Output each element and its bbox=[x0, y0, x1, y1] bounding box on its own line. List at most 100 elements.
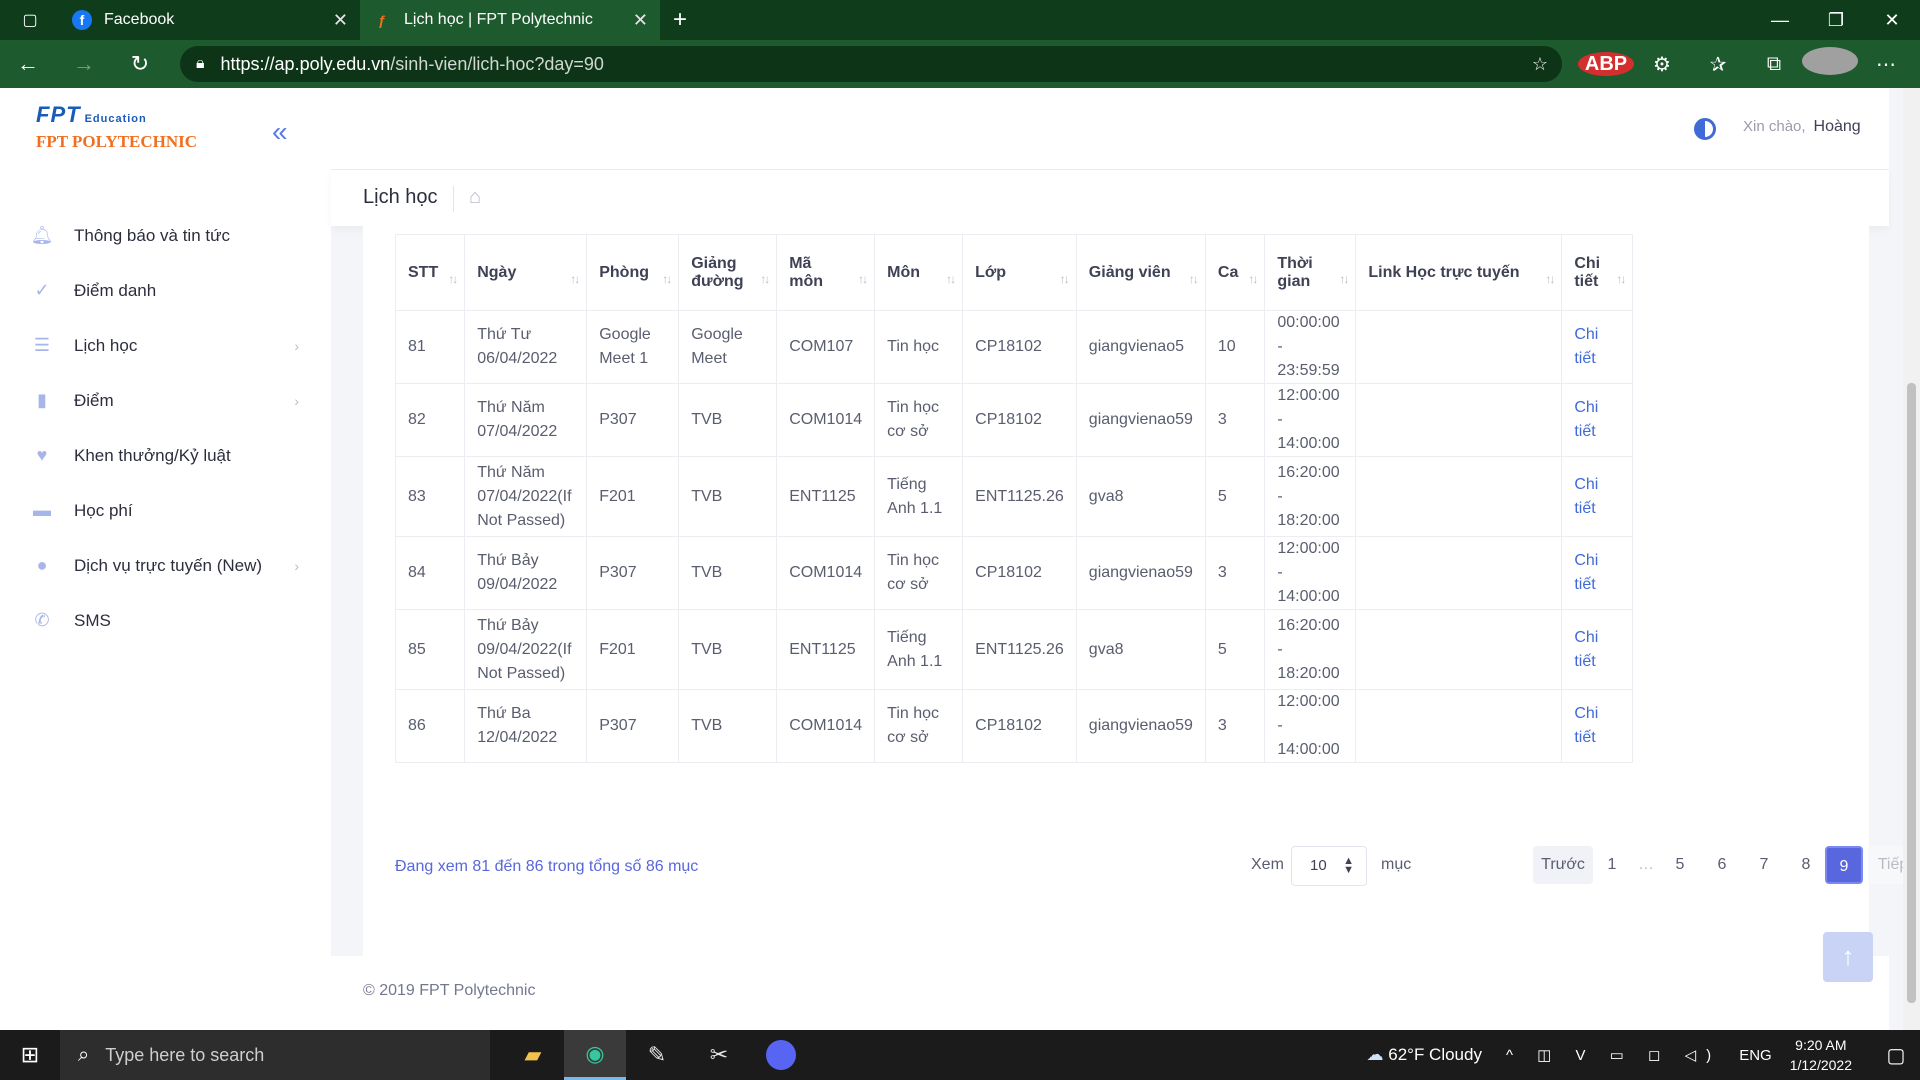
windows-start-icon[interactable]: ⊞ bbox=[0, 1030, 60, 1080]
minimize-icon[interactable]: — bbox=[1752, 10, 1808, 31]
discord-icon[interactable] bbox=[750, 1030, 812, 1080]
table-cell: 16:20:00 - 18:20:00 bbox=[1264, 609, 1357, 690]
detail-link[interactable]: Chi tiết bbox=[1561, 536, 1634, 610]
sidebar-item-dich-vu[interactable]: ● Dịch vụ trực tuyến (New) › bbox=[0, 538, 331, 593]
page-button[interactable]: 6 bbox=[1703, 846, 1741, 884]
page-button-current[interactable]: 9 bbox=[1825, 846, 1863, 884]
sidebar-item-khen-thuong[interactable]: ♥ Khen thưởng/Kỷ luật bbox=[0, 428, 331, 483]
page-button[interactable]: 8 bbox=[1787, 846, 1825, 884]
tab-lich-hoc[interactable]: ƒ Lịch học | FPT Polytechnic ✕ bbox=[360, 0, 660, 40]
col-mon[interactable]: Môn ↑↓ bbox=[874, 234, 964, 311]
forward-icon[interactable]: → bbox=[56, 40, 112, 88]
user-greeting[interactable]: Xin chào, Hoàng bbox=[1743, 118, 1861, 136]
url-field[interactable]: 🔒︎ https://ap.poly.edu.vn /sinh-vien/lic… bbox=[180, 46, 1562, 82]
scroll-to-top-button[interactable]: ↑ bbox=[1823, 932, 1873, 982]
favorite-add-icon[interactable]: ☆ bbox=[1532, 54, 1548, 75]
detail-link[interactable]: Chi tiết bbox=[1561, 310, 1634, 384]
favorites-icon[interactable]: ✰ bbox=[1690, 52, 1746, 77]
table-cell: TVB bbox=[678, 536, 778, 610]
detail-link[interactable]: Chi tiết bbox=[1561, 609, 1634, 690]
detail-link[interactable]: Chi tiết bbox=[1561, 689, 1634, 763]
snipping-icon[interactable]: ✂ bbox=[688, 1030, 750, 1080]
col-giang-vien[interactable]: Giảng viên ↑↓ bbox=[1075, 234, 1206, 311]
page-scrollbar[interactable] bbox=[1903, 88, 1920, 1030]
sort-icon: ↑↓ bbox=[1545, 272, 1555, 286]
home-icon[interactable]: ⌂ bbox=[469, 186, 481, 209]
col-stt[interactable]: STT ↑↓ bbox=[394, 234, 466, 311]
page-button[interactable]: 5 bbox=[1661, 846, 1699, 884]
detail-link[interactable]: Chi tiết bbox=[1561, 456, 1634, 537]
more-menu-icon[interactable]: ⋯ bbox=[1858, 52, 1914, 77]
collections-icon[interactable]: ⧉ bbox=[1746, 53, 1802, 76]
fpt-logo[interactable]: FPT Education FPT POLYTECHNIC bbox=[36, 102, 197, 152]
table-cell: Tiếng Anh 1.1 bbox=[874, 456, 964, 537]
col-ca[interactable]: Ca ↑↓ bbox=[1204, 234, 1266, 311]
back-icon[interactable]: ← bbox=[0, 40, 56, 88]
sidebar-item-sms[interactable]: ✆ SMS bbox=[0, 593, 331, 648]
refresh-icon[interactable]: ↻ bbox=[112, 40, 168, 88]
phone-icon: ✆ bbox=[34, 610, 50, 630]
table-cell: Thứ Bảy 09/04/2022(If Not Passed) bbox=[464, 609, 588, 690]
close-tab-icon[interactable]: ✕ bbox=[333, 10, 348, 31]
page-button[interactable]: 7 bbox=[1745, 846, 1783, 884]
sidebar-item-thong-bao[interactable]: 🔔︎ Thông báo và tin tức bbox=[0, 208, 331, 263]
page-button[interactable]: 1 bbox=[1593, 846, 1631, 884]
lock-icon[interactable]: 🔒︎ bbox=[196, 55, 205, 73]
notification-icon[interactable]: ▢ bbox=[1872, 1043, 1920, 1068]
sidebar-item-lich-hoc[interactable]: ☰ Lịch học › bbox=[0, 318, 331, 373]
table-cell: COM1014 bbox=[776, 689, 876, 763]
adblock-icon[interactable]: ABP bbox=[1578, 52, 1634, 76]
col-phong[interactable]: Phòng ↑↓ bbox=[586, 234, 680, 311]
chevron-right-icon: › bbox=[294, 392, 299, 409]
tab-facebook[interactable]: f Facebook ✕ bbox=[60, 0, 360, 40]
table-cell: 12:00:00 - 14:00:00 bbox=[1264, 689, 1357, 763]
input-language[interactable]: ENG bbox=[1739, 1047, 1772, 1064]
sidebar-menu: 🔔︎ Thông báo và tin tức ✓ Điểm danh ☰ Lị… bbox=[0, 208, 331, 648]
table-cell: 86 bbox=[394, 689, 466, 763]
subheader: Lịch học ⌂ bbox=[331, 170, 1889, 226]
table-cell: 10 bbox=[1204, 310, 1266, 384]
taskbar-search[interactable]: ⌕ Type here to search bbox=[60, 1030, 490, 1080]
clock[interactable]: 9:20 AM 1/12/2022 bbox=[1790, 1035, 1852, 1075]
sidebar-item-hoc-phi[interactable]: ▬ Học phí bbox=[0, 483, 331, 538]
prev-page-button[interactable]: Trước bbox=[1533, 846, 1593, 884]
new-tab-button[interactable]: + bbox=[660, 0, 700, 40]
cloud-icon: ☁ bbox=[1366, 1045, 1389, 1064]
sort-icon: ↑↓ bbox=[1339, 272, 1349, 286]
table-cell: Tin học cơ sở bbox=[874, 383, 964, 457]
weather-widget[interactable]: ☁ 62°F Cloudy bbox=[1367, 1045, 1482, 1065]
table-cell: TVB bbox=[678, 689, 778, 763]
table-cell: 5 bbox=[1204, 609, 1266, 690]
sidebar-item-diem[interactable]: ▮ Điểm › bbox=[0, 373, 331, 428]
sidebar-item-diem-danh[interactable]: ✓ Điểm danh bbox=[0, 263, 331, 318]
close-window-icon[interactable]: ✕ bbox=[1864, 10, 1920, 31]
col-thoi-gian[interactable]: Thời gian ↑↓ bbox=[1264, 234, 1357, 311]
file-explorer-icon[interactable]: ▰ bbox=[502, 1030, 564, 1080]
page-size-select[interactable]: 10 ▲ ▼ bbox=[1291, 846, 1367, 886]
table-cell: Tin học bbox=[874, 310, 964, 384]
scrollbar-thumb[interactable] bbox=[1907, 383, 1916, 1003]
table-header-row: STT ↑↓ Ngày ↑↓ Phòng ↑↓ Giảng đường ↑↓ Mã mô… bbox=[394, 234, 1634, 311]
close-tab-icon[interactable]: ✕ bbox=[633, 10, 648, 31]
col-ngay[interactable]: Ngày ↑↓ bbox=[464, 234, 588, 311]
extensions-icon[interactable]: ⚙ bbox=[1634, 52, 1690, 77]
sort-icon: ↑↓ bbox=[946, 272, 956, 286]
col-link[interactable]: Link Học trực tuyến ↑↓ bbox=[1355, 234, 1563, 311]
col-giang-duong[interactable]: Giảng đường ↑↓ bbox=[678, 234, 778, 311]
tab-actions-icon[interactable]: ▢ bbox=[0, 0, 60, 40]
col-chi-tiet[interactable]: Chi tiết ↑↓ bbox=[1561, 234, 1634, 311]
tray-icons[interactable]: ^ ◫ V ▭ ◻ ◁) bbox=[1506, 1046, 1721, 1064]
col-lop[interactable]: Lớp ↑↓ bbox=[962, 234, 1077, 311]
detail-link[interactable]: Chi tiết bbox=[1561, 383, 1634, 457]
chevron-right-icon: › bbox=[294, 337, 299, 354]
collapse-sidebar-icon[interactable]: « bbox=[272, 116, 288, 148]
maximize-icon[interactable]: ❐ bbox=[1808, 10, 1864, 31]
profile-icon[interactable] bbox=[1802, 47, 1858, 81]
theme-toggle-icon[interactable] bbox=[1694, 118, 1716, 140]
top-header: Xin chào, Hoàng bbox=[331, 88, 1889, 170]
paint-icon[interactable]: ✎ bbox=[626, 1030, 688, 1080]
table-cell: Thứ Bảy 09/04/2022 bbox=[464, 536, 588, 610]
table-cell bbox=[1355, 310, 1563, 384]
edge-icon[interactable]: ◉ bbox=[564, 1030, 626, 1080]
col-ma-mon[interactable]: Mã môn ↑↓ bbox=[776, 234, 876, 311]
